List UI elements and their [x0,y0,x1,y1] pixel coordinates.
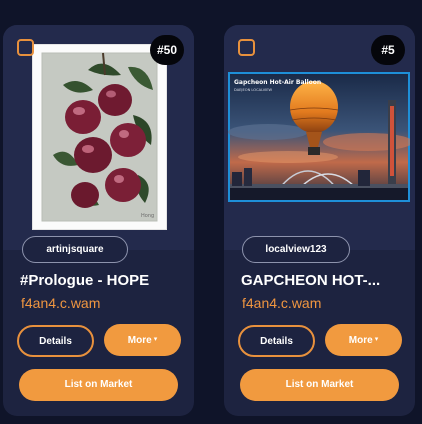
card-title: GAPCHEON HOT-... [241,272,381,289]
nft-card: Gapcheon Hot-Air Balloon DAEJEON LOCALVI… [224,25,415,416]
details-button[interactable]: Details [238,325,315,357]
caret-down-icon: ▾ [374,336,379,343]
caret-down-icon: ▾ [153,336,158,343]
card-title: #Prologue - HOPE [20,272,150,289]
creator-tag[interactable]: artinjsquare [22,236,128,263]
artwork-image[interactable]: Gapcheon Hot-Air Balloon DAEJEON LOCALVI… [228,72,410,202]
more-button-label: More [127,335,152,346]
more-button[interactable]: More ▾ [325,324,402,356]
select-checkbox[interactable] [238,39,255,56]
collection-link[interactable]: f4an4.c.wam [242,295,321,311]
creator-tag[interactable]: localview123 [242,236,350,263]
hot-air-balloon-photo: Gapcheon Hot-Air Balloon DAEJEON LOCALVI… [228,72,410,202]
details-button[interactable]: Details [17,325,94,357]
artwork-signature: Hong [141,213,154,219]
nft-card: Hong #50 artinjsquare #Prologue - HOPE f… [3,25,194,416]
apple-painting: Hong [41,52,158,222]
artwork-heading: Gapcheon Hot-Air Balloon [234,79,321,86]
mint-number-badge: #50 [150,35,184,65]
collection-link[interactable]: f4an4.c.wam [21,295,100,311]
artwork-image[interactable]: Hong [33,45,166,229]
list-on-market-button[interactable]: List on Market [240,369,399,401]
artwork-subheading: DAEJEON LOCALVIEW [234,88,272,92]
list-on-market-button[interactable]: List on Market [19,369,178,401]
more-button-label: More [348,335,373,346]
select-checkbox[interactable] [17,39,34,56]
more-button[interactable]: More ▾ [104,324,181,356]
mint-number-badge: #5 [371,35,405,65]
